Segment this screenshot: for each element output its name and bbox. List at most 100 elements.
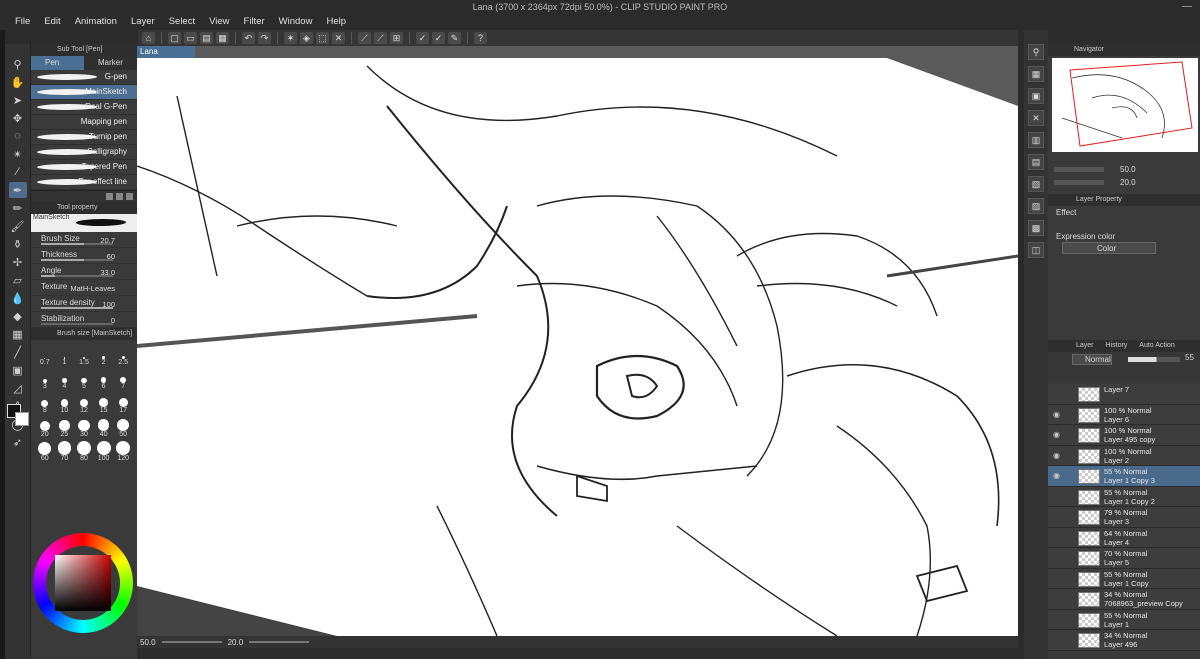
layer-row[interactable]: ◉ 100 % Normal Layer 6 <box>1048 404 1200 425</box>
brush-size-option[interactable]: 17 <box>113 392 133 414</box>
layer-row[interactable]: ◉ 55 % Normal Layer 1 Copy 3 <box>1048 466 1200 487</box>
navigator-angle[interactable]: 20.0 <box>1120 178 1136 187</box>
opacity-slider[interactable] <box>1128 357 1180 362</box>
eraser-tool-icon[interactable]: ▱ <box>9 272 27 288</box>
menu-window[interactable]: Window <box>272 14 320 30</box>
brush-item[interactable]: Mapping pen <box>31 115 137 130</box>
brush-item[interactable]: Turnip pen <box>31 130 137 145</box>
menu-animation[interactable]: Animation <box>68 14 124 30</box>
brush-size-option[interactable]: 100 <box>94 440 114 462</box>
help-icon[interactable]: ? <box>474 32 487 44</box>
brush-size-option[interactable]: 12 <box>74 392 94 414</box>
layer-row[interactable]: ◉ 100 % Normal Layer 495 copy <box>1048 425 1200 446</box>
brush-size-option[interactable]: 5 <box>74 368 94 390</box>
fill-icon[interactable]: ◈ <box>300 32 313 44</box>
angle-slider[interactable] <box>249 641 310 643</box>
menu-help[interactable]: Help <box>319 14 353 30</box>
navigator-thumbnail[interactable] <box>1052 58 1198 152</box>
copy-subtool-icon[interactable] <box>116 193 123 200</box>
color-wheel[interactable] <box>33 533 133 633</box>
brush-size-option[interactable]: 20 <box>35 416 55 438</box>
color-swatches[interactable] <box>7 404 31 444</box>
zoom-tool-icon[interactable]: ⚲ <box>9 56 27 72</box>
brush-size-option[interactable]: 70 <box>55 440 75 462</box>
brush-item[interactable]: Real G-Pen <box>31 100 137 115</box>
timeline-icon[interactable]: ▨ <box>1028 198 1044 214</box>
move-tool-icon[interactable]: ✥ <box>9 110 27 126</box>
layer-row[interactable]: 79 % Normal Layer 3 <box>1048 507 1200 528</box>
new-file-icon[interactable]: ▢ <box>168 32 181 44</box>
stroke-correction-icon[interactable]: ✓ <box>416 32 429 44</box>
brush-size-option[interactable]: 8 <box>35 392 55 414</box>
brush-size-option[interactable]: 10 <box>55 392 75 414</box>
brush-size-option[interactable]: 25 <box>55 416 75 438</box>
visibility-eye-icon[interactable]: ◉ <box>1053 451 1060 460</box>
brush-tool-icon[interactable]: 🖌 <box>9 218 27 234</box>
brush-size-option[interactable]: 1.5 <box>74 344 94 366</box>
add-subtool-icon[interactable] <box>106 193 113 200</box>
eyedropper-icon[interactable]: ⁄ <box>9 164 27 180</box>
layer-panel-icon[interactable]: ◫ <box>1028 242 1044 258</box>
magic-wand-icon[interactable]: ✴ <box>9 146 27 162</box>
property-stabilization[interactable]: Stabilization 0 <box>31 312 137 328</box>
brush-item[interactable]: Tapered Pen <box>31 160 137 175</box>
brush-size-option[interactable]: 3 <box>35 368 55 390</box>
menu-select[interactable]: Select <box>162 14 202 30</box>
brush-size-option[interactable]: 60 <box>35 440 55 462</box>
save-icon[interactable]: ▤ <box>200 32 213 44</box>
tab-auto-action[interactable]: Auto Action <box>1139 340 1174 352</box>
pen-tool-icon[interactable]: ✒ <box>8 182 27 198</box>
property-slider[interactable] <box>41 307 113 309</box>
ruler-tool-icon[interactable]: ◿ <box>9 380 27 396</box>
tab-pen[interactable]: Pen <box>31 56 84 70</box>
deselect-icon[interactable]: ✕ <box>332 32 345 44</box>
search-icon[interactable]: ⚲ <box>1028 44 1044 60</box>
snap-special-ruler-icon[interactable]: ⟋ <box>374 32 387 44</box>
brush-size-option[interactable]: 40 <box>94 416 114 438</box>
operation-tool-icon[interactable]: ➤ <box>9 92 27 108</box>
airbrush-tool-icon[interactable]: ⚱ <box>9 236 27 252</box>
visibility-eye-icon[interactable]: ◉ <box>1053 471 1060 480</box>
snap-ruler-icon[interactable]: ⟋ <box>358 32 371 44</box>
tab-marker[interactable]: Marker <box>84 56 137 70</box>
home-icon[interactable]: ⌂ <box>142 32 155 44</box>
frame-tool-icon[interactable]: ▣ <box>9 362 27 378</box>
background-color-swatch[interactable] <box>15 412 29 426</box>
brush-size-option[interactable]: 50 <box>113 416 133 438</box>
gradient-tool-icon[interactable]: ▦ <box>9 326 27 342</box>
blend-tool-icon[interactable]: 💧 <box>9 290 27 306</box>
brush-size-option[interactable]: 1 <box>55 344 75 366</box>
layer-row[interactable]: ◉ 100 % Normal Layer 2 <box>1048 445 1200 466</box>
brush-size-option[interactable]: 0.7 <box>35 344 55 366</box>
history-icon[interactable]: ▧ <box>1028 176 1044 192</box>
property-thickness[interactable]: Thickness 60 <box>31 248 137 264</box>
brush-item[interactable]: Calligraphy <box>31 145 137 160</box>
navigator-zoom-slider[interactable] <box>1054 167 1104 172</box>
tab-history[interactable]: History <box>1106 340 1128 352</box>
decoration-tool-icon[interactable]: ✢ <box>9 254 27 270</box>
layer-row[interactable]: 34 % Normal 7068963_preview Copy <box>1048 589 1200 610</box>
status-angle[interactable]: 20.0 <box>228 638 244 647</box>
brush-size-option[interactable]: 2 <box>94 344 114 366</box>
visibility-eye-icon[interactable]: ◉ <box>1053 410 1060 419</box>
menu-file[interactable]: File <box>8 14 37 30</box>
stroke-correction-2-icon[interactable]: ✓ <box>432 32 445 44</box>
property-angle[interactable]: Angle 33.0 <box>31 264 137 280</box>
layer-search-icon[interactable]: ▥ <box>1028 132 1044 148</box>
menu-filter[interactable]: Filter <box>237 14 272 30</box>
visibility-eye-icon[interactable]: ◉ <box>1053 430 1060 439</box>
brush-item[interactable]: For effect line <box>31 175 137 190</box>
brush-size-option[interactable]: 7 <box>113 368 133 390</box>
layer-row[interactable]: 55 % Normal Layer 1 Copy 2 <box>1048 486 1200 507</box>
pencil-tool-icon[interactable]: ✏ <box>9 200 27 216</box>
window-controls[interactable]: — <box>1182 0 1192 14</box>
figure-tool-icon[interactable]: ╱ <box>9 344 27 360</box>
property-texture[interactable]: Texture MatH-Leaves <box>31 280 137 296</box>
blend-mode-select[interactable]: Normal <box>1072 354 1112 365</box>
redo-icon[interactable]: ↷ <box>258 32 271 44</box>
document-tab[interactable]: Lana <box>137 46 195 58</box>
print-icon[interactable]: ▦ <box>216 32 229 44</box>
layer-row[interactable]: 55 % Normal Layer 1 Copy <box>1048 568 1200 589</box>
zoom-slider[interactable] <box>161 641 222 643</box>
lasso-tool-icon[interactable]: ◌ <box>9 128 27 144</box>
